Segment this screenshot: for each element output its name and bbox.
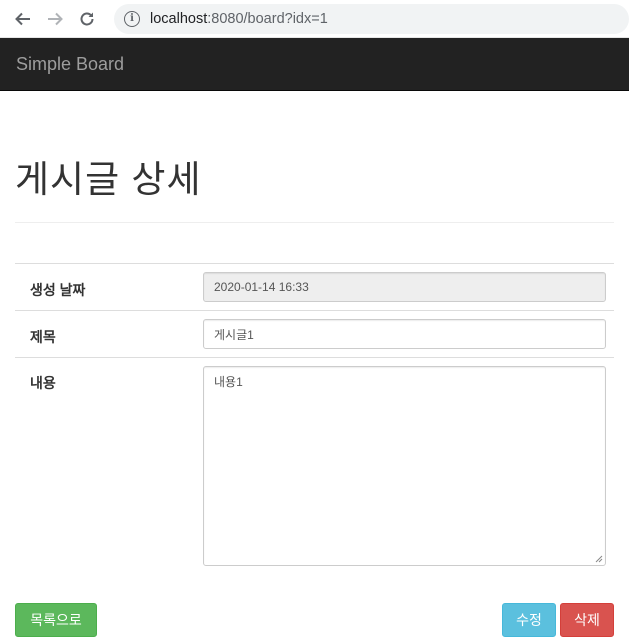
content-textarea[interactable]: 내용1 [203,366,606,566]
title-row: 제목 게시글1 [15,310,614,358]
title-label: 제목 [15,310,195,358]
created-field: 2020-01-14 16:33 [203,272,606,302]
right-actions: 수정 삭제 [502,603,614,637]
arrow-right-icon [48,12,63,25]
action-bar: 목록으로 수정 삭제 [15,603,614,637]
content-text: 내용1 [214,375,243,389]
browser-toolbar: i localhost:8080/board?idx=1 [0,0,629,38]
list-button[interactable]: 목록으로 [15,603,97,637]
content-label: 내용 [15,357,195,574]
address-bar[interactable]: i localhost:8080/board?idx=1 [114,3,629,34]
back-button[interactable] [10,6,36,32]
title-field[interactable]: 게시글1 [203,319,606,349]
content-row: 내용 내용1 [15,357,614,574]
forward-button[interactable] [42,6,68,32]
delete-button[interactable]: 삭제 [560,603,614,637]
reload-button[interactable] [74,6,100,32]
resize-handle-icon[interactable] [595,555,603,563]
arrow-left-icon [15,12,30,25]
edit-button[interactable]: 수정 [502,603,556,637]
navbar-brand[interactable]: Simple Board [16,54,124,75]
info-icon[interactable]: i [124,10,140,27]
main-content: 게시글 상세 생성 날짜 2020-01-14 16:33 제목 게시글1 내용… [0,149,629,637]
reload-icon [80,12,94,25]
page-title: 게시글 상세 [15,149,614,223]
url-text: localhost:8080/board?idx=1 [150,10,328,27]
created-row: 생성 날짜 2020-01-14 16:33 [15,263,614,311]
created-label: 생성 날짜 [15,263,195,311]
detail-table: 생성 날짜 2020-01-14 16:33 제목 게시글1 내용 내용1 [15,263,614,574]
navbar: Simple Board [0,38,629,91]
